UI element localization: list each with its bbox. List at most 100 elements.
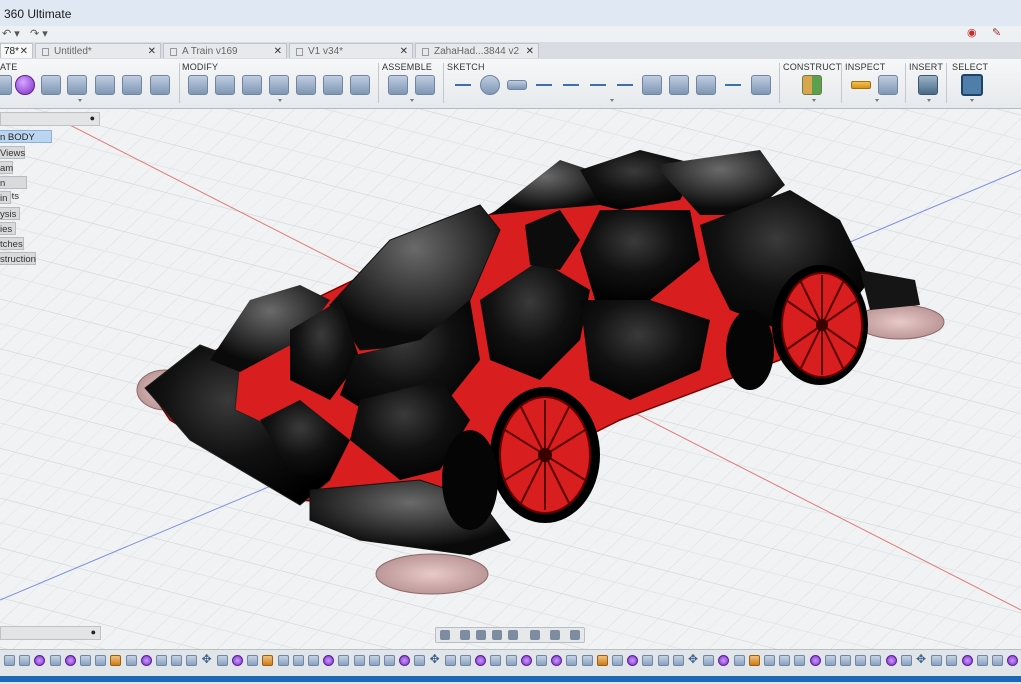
timeline-feature-icon[interactable] xyxy=(262,655,274,666)
group-sketch[interactable]: SKETCH xyxy=(447,62,485,72)
group-construct[interactable]: CONSTRUCT xyxy=(783,62,841,72)
rectangle-icon[interactable] xyxy=(507,80,527,90)
timeline-feature-icon[interactable] xyxy=(916,652,927,666)
timeline-feature-icon[interactable] xyxy=(870,655,882,666)
chevron-down-icon[interactable] xyxy=(927,99,931,102)
timeline-feature-icon[interactable] xyxy=(596,655,608,666)
timeline-feature-icon[interactable] xyxy=(520,655,532,666)
chevron-down-icon[interactable] xyxy=(410,99,414,102)
scale-icon[interactable] xyxy=(350,75,370,95)
timeline-feature-icon[interactable] xyxy=(19,655,31,666)
fillet-icon[interactable] xyxy=(269,75,289,95)
timeline-feature-icon[interactable] xyxy=(460,655,471,666)
timeline-feature-icon[interactable] xyxy=(764,655,775,666)
orbit-icon[interactable] xyxy=(440,630,450,640)
pan-icon[interactable] xyxy=(476,630,486,640)
browser-item-body[interactable]: n BODY v178 xyxy=(0,130,52,156)
canvas-viewport[interactable] xyxy=(0,109,1021,649)
timeline-feature-icon[interactable] xyxy=(551,655,563,666)
timeline-feature-icon[interactable] xyxy=(976,655,988,666)
timeline-feature-icon[interactable] xyxy=(992,655,1003,666)
zoom-icon[interactable] xyxy=(492,630,502,640)
timeline-feature-icon[interactable] xyxy=(216,655,228,666)
mirror-icon[interactable] xyxy=(95,75,115,95)
timeline-feature-icon[interactable] xyxy=(627,655,639,666)
timeline-feature-icon[interactable] xyxy=(672,655,684,666)
redo-icon[interactable]: ↷ ▾ xyxy=(30,27,48,40)
browser-item-origin[interactable]: am xyxy=(0,161,13,174)
timeline-feature-icon[interactable] xyxy=(64,655,76,666)
sketch-mirror-icon[interactable] xyxy=(669,75,689,95)
timeline-feature-icon[interactable] xyxy=(931,655,943,666)
select-cursor-icon[interactable] xyxy=(961,74,983,96)
timeline-feature-icon[interactable] xyxy=(186,655,198,666)
chevron-down-icon[interactable] xyxy=(278,99,282,102)
browser-item-sets[interactable]: n Sets xyxy=(0,176,27,202)
display-settings-icon[interactable] xyxy=(530,630,540,640)
project-icon[interactable] xyxy=(588,75,608,95)
timeline-feature-icon[interactable] xyxy=(657,655,669,666)
timeline-feature-icon[interactable] xyxy=(353,655,365,666)
timeline-feature-icon[interactable] xyxy=(156,655,167,666)
timeline-feature-icon[interactable] xyxy=(733,655,745,666)
form-sphere-icon[interactable] xyxy=(15,75,35,95)
timeline-feature-icon[interactable] xyxy=(171,655,183,666)
tab-zahahad[interactable]: ZahaHad...3844 v2 ✕ xyxy=(415,43,539,58)
timeline-feature-icon[interactable] xyxy=(840,655,851,666)
pattern-icon[interactable] xyxy=(122,75,142,95)
browser-item-bodies[interactable]: ies xyxy=(0,222,16,235)
timeline-feature-icon[interactable] xyxy=(323,655,335,666)
record-icon[interactable]: ◉ xyxy=(967,26,977,39)
offset-icon[interactable] xyxy=(642,75,662,95)
polygon-icon[interactable] xyxy=(751,75,771,95)
canvas-image-icon[interactable] xyxy=(918,75,938,95)
group-insert[interactable]: INSERT xyxy=(909,62,943,72)
as-built-joint-icon[interactable] xyxy=(415,75,435,95)
group-select[interactable]: SELECT xyxy=(952,62,988,72)
timeline-feature-icon[interactable] xyxy=(399,655,411,666)
line-icon[interactable] xyxy=(453,75,473,95)
chevron-down-icon[interactable] xyxy=(875,99,879,102)
group-create[interactable]: ATE xyxy=(0,62,17,72)
timeline-feature-icon[interactable] xyxy=(885,655,897,666)
constraint-icon[interactable] xyxy=(696,75,716,95)
look-at-icon[interactable] xyxy=(460,630,470,640)
timeline-feature-icon[interactable] xyxy=(824,655,836,666)
plane-icon[interactable] xyxy=(802,75,822,95)
circle-icon[interactable] xyxy=(480,75,500,95)
group-modify[interactable]: MODIFY xyxy=(182,62,218,72)
timeline-feature-icon[interactable] xyxy=(505,655,517,666)
timeline-feature-icon[interactable] xyxy=(703,655,715,666)
timeline-feature-icon[interactable] xyxy=(900,655,912,666)
timeline-feature-icon[interactable] xyxy=(961,655,973,666)
timeline-feature-icon[interactable] xyxy=(536,655,547,666)
insert-edge-icon[interactable] xyxy=(215,75,235,95)
group-assemble[interactable]: ASSEMBLE xyxy=(382,62,432,72)
timeline-feature-icon[interactable] xyxy=(277,655,289,666)
timeline-feature-icon[interactable] xyxy=(581,655,593,666)
timeline-feature-icon[interactable] xyxy=(642,655,654,666)
undo-icon[interactable]: ↶ ▾ xyxy=(2,27,20,40)
pin-icon[interactable]: ✎ xyxy=(992,26,1001,39)
fit-icon[interactable] xyxy=(508,630,518,640)
create-box-icon[interactable] xyxy=(0,75,12,95)
tab-v1[interactable]: V1 v34* ✕ xyxy=(289,43,413,58)
close-icon[interactable]: ● xyxy=(91,627,96,637)
timeline-feature-icon[interactable] xyxy=(308,655,319,666)
close-icon[interactable]: ✕ xyxy=(526,44,534,59)
combine-icon[interactable] xyxy=(323,75,343,95)
close-icon[interactable]: ● xyxy=(90,113,95,123)
chevron-down-icon[interactable] xyxy=(78,99,82,102)
browser-item-analysis[interactable]: ysis xyxy=(0,207,20,220)
close-icon[interactable]: ✕ xyxy=(400,44,408,59)
dimension-icon[interactable] xyxy=(615,75,635,95)
fillet-sketch-icon[interactable] xyxy=(723,75,743,95)
browser-item-construction[interactable]: struction xyxy=(0,252,36,265)
timeline-feature-icon[interactable] xyxy=(794,655,806,666)
chevron-down-icon[interactable] xyxy=(610,99,614,102)
timeline-feature-icon[interactable] xyxy=(414,655,426,666)
chevron-down-icon[interactable] xyxy=(812,99,816,102)
grid-settings-icon[interactable] xyxy=(550,630,560,640)
timeline-feature-icon[interactable] xyxy=(490,655,502,666)
subdivide-icon[interactable] xyxy=(242,75,262,95)
